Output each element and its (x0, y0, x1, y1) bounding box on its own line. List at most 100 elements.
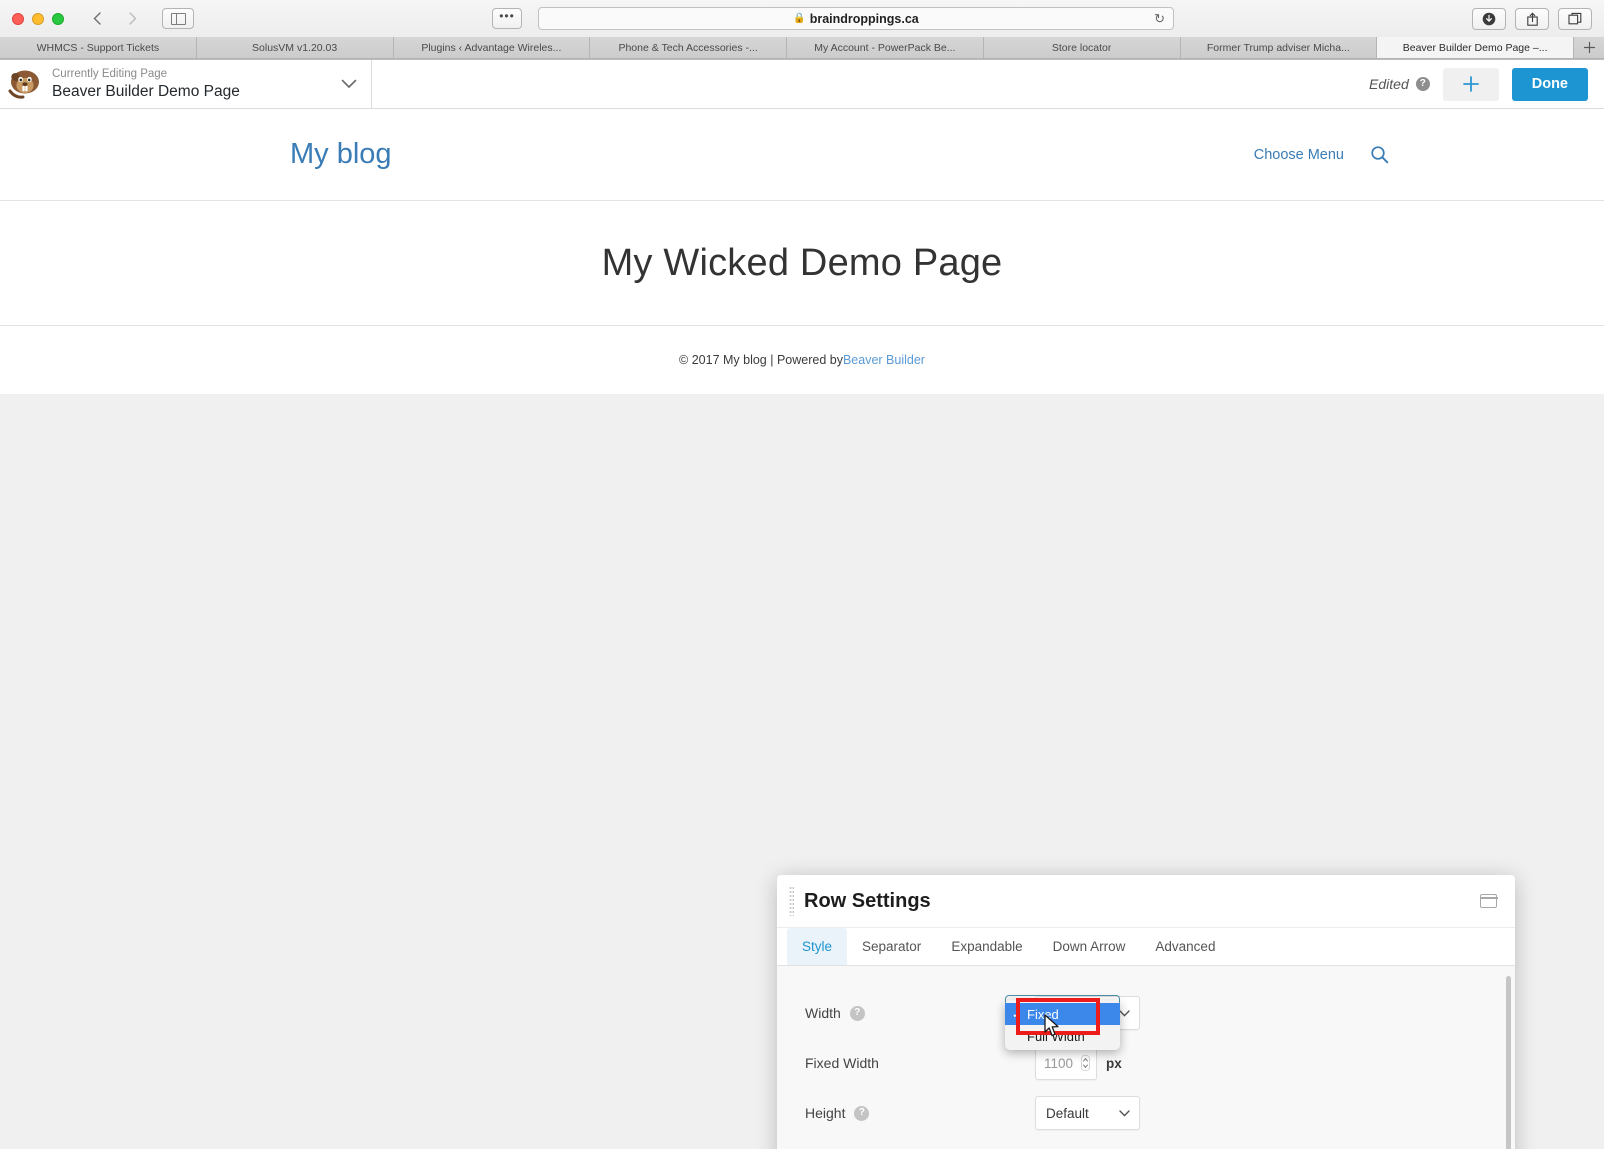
browser-tab-7[interactable]: Beaver Builder Demo Page –... (1377, 37, 1574, 58)
site-main-content: My Wicked Demo Page (0, 201, 1604, 326)
width-label-group: Width ? (805, 1005, 1035, 1021)
height-control: Default (1035, 1096, 1140, 1130)
height-select-value: Default (1046, 1105, 1089, 1121)
fixed-width-label-group: Fixed Width (805, 1055, 1035, 1071)
close-window-button[interactable] (12, 12, 24, 25)
footer-link[interactable]: Beaver Builder (843, 353, 925, 367)
panel-header: Row Settings (777, 875, 1515, 928)
bookmark-tab-strip: WHMCS - Support Tickets SolusVM v1.20.03… (0, 37, 1604, 59)
sidebar-toggle-button[interactable] (162, 8, 194, 29)
fixed-width-unit: px (1106, 1055, 1122, 1071)
tab-label: Advanced (1155, 939, 1216, 954)
height-label: Height (805, 1105, 846, 1121)
builder-admin-bar: Currently Editing Page Beaver Builder De… (0, 60, 1604, 109)
panel-title: Row Settings (804, 889, 931, 912)
fixed-width-value: 1100 (1044, 1055, 1074, 1071)
row-settings-panel: Row Settings Style Separator Expandable … (777, 875, 1515, 1149)
height-select[interactable]: Default (1035, 1096, 1140, 1130)
done-button[interactable]: Done (1511, 67, 1588, 101)
edited-label: Edited (1369, 76, 1409, 92)
sidebar-toggle-icon (170, 12, 186, 25)
currently-editing-label: Currently Editing Page (52, 68, 168, 81)
tab-label: WHMCS - Support Tickets (36, 41, 160, 54)
fixed-width-label: Fixed Width (805, 1055, 879, 1071)
height-field-row: Height ? Default (777, 1088, 1515, 1138)
reload-icon[interactable]: ↻ (1154, 11, 1165, 27)
fixed-width-input[interactable]: 1100 (1035, 1046, 1097, 1080)
tab-down-arrow[interactable]: Down Arrow (1038, 928, 1141, 965)
done-label: Done (1531, 76, 1568, 92)
tab-label: Plugins ‹ Advantage Wireles... (421, 41, 562, 54)
forward-button[interactable] (120, 8, 146, 30)
browser-toolbar: ••• 🔒 braindroppings.ca ↻ (0, 0, 1604, 37)
option-label: Fixed (1027, 1006, 1059, 1022)
width-label: Width (805, 1005, 841, 1021)
browser-tab-4[interactable]: My Account - PowerPack Be... (787, 37, 984, 58)
address-text: braindroppings.ca (809, 11, 919, 26)
minimize-window-button[interactable] (32, 12, 44, 25)
maximize-window-button[interactable] (52, 12, 64, 25)
back-button[interactable] (84, 8, 110, 30)
chevron-down-icon (1119, 1006, 1130, 1020)
width-option-fixed[interactable]: Fixed (1005, 1003, 1120, 1025)
address-bar[interactable]: 🔒 braindroppings.ca ↻ (538, 7, 1174, 30)
window-controls (12, 12, 64, 25)
share-button[interactable] (1515, 7, 1549, 30)
site-header: My blog Choose Menu (0, 109, 1604, 201)
choose-menu-link[interactable]: Choose Menu (1254, 147, 1344, 163)
drag-grip-icon[interactable] (789, 886, 794, 916)
tab-label: My Account - PowerPack Be... (814, 41, 956, 54)
browser-tab-1[interactable]: SolusVM v1.20.03 (197, 37, 394, 58)
beaver-logo-icon (8, 67, 42, 101)
toolbar-right-group (1472, 7, 1592, 30)
panel-scrollbar[interactable] (1506, 976, 1511, 1149)
builder-canvas: Row Settings Style Separator Expandable … (0, 394, 1604, 1149)
stepper-icon[interactable] (1081, 1055, 1090, 1071)
tab-label: Style (802, 939, 833, 954)
browser-tab-0[interactable]: WHMCS - Support Tickets (0, 37, 197, 58)
page-title: My Wicked Demo Page (601, 241, 1003, 284)
panel-body: Width ? Fixed Fixed Width (777, 966, 1515, 1149)
tab-label: Former Trump adviser Micha... (1206, 41, 1350, 54)
search-icon[interactable] (1370, 145, 1389, 164)
minimize-icon[interactable] (1479, 894, 1498, 908)
tab-label: Down Arrow (1052, 939, 1126, 954)
panel-tabs: Style Separator Expandable Down Arrow Ad… (777, 928, 1515, 966)
edited-status: Edited ? (1369, 76, 1430, 92)
downloads-button[interactable] (1472, 7, 1506, 30)
tab-expandable[interactable]: Expandable (936, 928, 1037, 965)
tab-separator[interactable]: Separator (847, 928, 936, 965)
chevron-down-icon (1119, 1106, 1130, 1120)
footer-text: © 2017 My blog | Powered by (679, 353, 843, 367)
more-dots-button[interactable]: ••• (492, 8, 522, 29)
tab-overview-button[interactable] (1558, 7, 1592, 30)
tab-label: Phone & Tech Accessories -... (618, 41, 758, 54)
tab-label: Store locator (1051, 41, 1112, 54)
chevron-down-icon[interactable] (341, 76, 357, 93)
builder-bar-actions: Edited ? Done (1369, 60, 1604, 108)
question-mark-icon[interactable]: ? (1415, 77, 1430, 91)
editing-page-name: Beaver Builder Demo Page (52, 82, 240, 100)
option-label: Full Width (1027, 1028, 1085, 1044)
width-dropdown-menu: Fixed Full Width (1005, 1000, 1120, 1050)
width-option-full-width[interactable]: Full Width (1005, 1025, 1120, 1047)
currently-editing-box[interactable]: Currently Editing Page Beaver Builder De… (0, 60, 372, 108)
browser-chrome: ••• 🔒 braindroppings.ca ↻ WHMCS - Suppor… (0, 0, 1604, 60)
tab-label: Expandable (951, 939, 1023, 954)
site-logo[interactable]: My blog (290, 138, 392, 171)
browser-tab-5[interactable]: Store locator (984, 37, 1181, 58)
browser-tab-3[interactable]: Phone & Tech Accessories -... (590, 37, 787, 58)
site-footer: © 2017 My blog | Powered by Beaver Build… (0, 326, 1604, 394)
tab-label: SolusVM v1.20.03 (252, 41, 338, 54)
tab-label: Beaver Builder Demo Page –... (1402, 41, 1548, 54)
new-tab-button[interactable] (1574, 37, 1604, 58)
height-label-group: Height ? (805, 1105, 1035, 1121)
tab-style[interactable]: Style (787, 928, 848, 965)
add-content-button[interactable] (1442, 67, 1499, 101)
site-nav: Choose Menu (1254, 145, 1389, 164)
question-mark-icon[interactable]: ? (854, 1105, 870, 1121)
tab-advanced[interactable]: Advanced (1140, 928, 1230, 965)
browser-tab-6[interactable]: Former Trump adviser Micha... (1181, 37, 1378, 58)
question-mark-icon[interactable]: ? (849, 1005, 865, 1021)
browser-tab-2[interactable]: Plugins ‹ Advantage Wireles... (394, 37, 591, 58)
